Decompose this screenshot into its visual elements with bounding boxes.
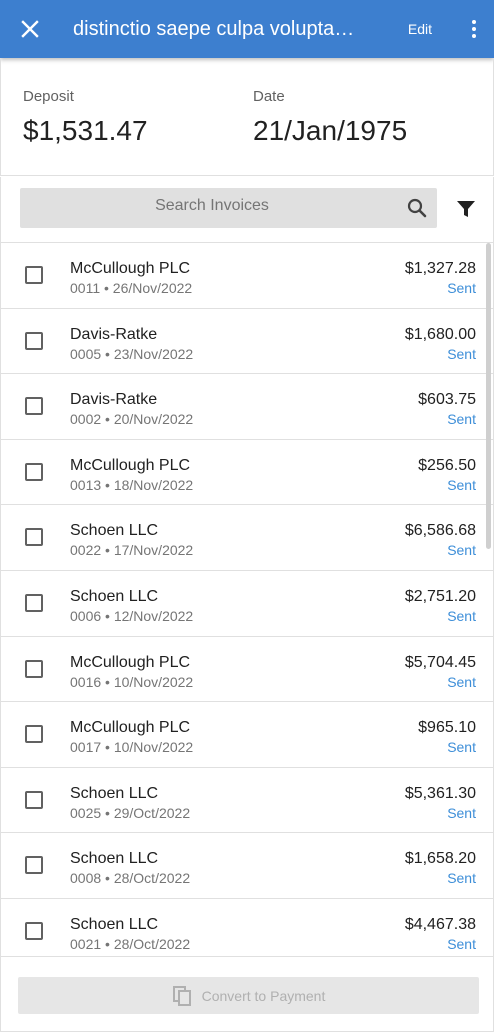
invoice-client: McCullough PLC [70, 260, 191, 277]
invoice-amount: $256.50 [418, 456, 476, 474]
invoice-status: Sent [447, 870, 476, 887]
list-scrollbar[interactable] [486, 243, 491, 549]
footer: Convert to Payment [0, 956, 494, 1032]
invoice-amount: $965.10 [418, 719, 476, 737]
close-button[interactable] [0, 0, 60, 58]
invoice-amount: $1,327.28 [404, 260, 476, 277]
invoice-client: Davis-Ratke [70, 391, 158, 409]
more-button[interactable] [454, 0, 494, 58]
invoice-number-date: 0017 • 10/Nov/2022 [70, 739, 194, 756]
search-placeholder: Search Invoices [155, 197, 269, 214]
payment-summary: Deposit $1,531.47 Date 21/Jan/1975 [0, 58, 494, 176]
invoice-client: McCullough PLC [70, 456, 191, 474]
invoice-client: Schoen LLC [70, 850, 159, 868]
invoice-number-date: 0008 • 28/Oct/2022 [70, 870, 191, 887]
filter-icon [457, 201, 475, 217]
invoice-status: Sent [447, 280, 476, 296]
invoice-row[interactable]: Schoen LLC 0022 • 17/Nov/2022 $6,586.68 Sen… [1, 505, 493, 571]
invoice-status: Sent [447, 804, 476, 821]
app-bar: distinctio saepe culpa volupta… Edit [0, 0, 494, 58]
invoice-number-date: 0011 • 26/Nov/2022 [70, 280, 193, 296]
invoice-amount: $603.75 [418, 391, 476, 409]
invoice-amount: $1,680.00 [404, 325, 476, 343]
search-input[interactable]: Search Invoices [20, 188, 437, 228]
copy-icon [172, 985, 191, 1006]
invoice-client: Schoen LLC [70, 587, 159, 605]
invoice-number-date: 0021 • 28/Oct/2022 [70, 935, 191, 952]
close-icon [21, 20, 39, 38]
invoice-row[interactable]: McCullough PLC 0011 • 26/Nov/2022 $1,327.2… [1, 243, 493, 309]
invoice-row[interactable]: Schoen LLC 0025 • 29/Oct/2022 $5,361.30 Sen… [1, 768, 493, 834]
invoice-checkbox[interactable] [25, 790, 43, 809]
edit-button[interactable]: Edit [378, 0, 454, 58]
invoice-checkbox[interactable] [25, 725, 43, 744]
invoice-amount: $2,751.20 [404, 587, 476, 605]
convert-label: Convert to Payment [201, 987, 326, 1004]
invoice-status: Sent [447, 673, 476, 690]
invoice-row[interactable]: Schoen LLC 0021 • 28/Oct/2022 $4,467.38 Sen… [1, 899, 493, 956]
invoice-number-date: 0005 • 23/Nov/2022 [70, 345, 194, 362]
invoice-status: Sent [447, 411, 476, 428]
invoice-checkbox[interactable] [25, 528, 43, 547]
search-bar: Search Invoices [0, 177, 494, 243]
invoice-client: McCullough PLC [70, 653, 191, 671]
date-field: Date 21/Jan/1975 [253, 88, 407, 147]
invoice-checkbox[interactable] [25, 266, 43, 284]
invoice-amount: $1,658.20 [404, 850, 476, 868]
invoice-checkbox[interactable] [25, 462, 43, 481]
invoice-amount: $6,586.68 [404, 522, 476, 540]
invoice-row[interactable]: McCullough PLC 0017 • 10/Nov/2022 $965.10 S… [1, 702, 493, 768]
invoice-status: Sent [447, 739, 476, 756]
invoice-amount: $4,467.38 [404, 915, 476, 933]
invoice-row[interactable]: Schoen LLC 0006 • 12/Nov/2022 $2,751.20 Sen… [1, 571, 493, 637]
invoice-amount: $5,704.45 [404, 653, 476, 671]
deposit-field: Deposit $1,531.47 [23, 88, 148, 147]
search-icon[interactable] [405, 196, 429, 220]
deposit-value: $1,531.47 [23, 115, 148, 146]
filter-button[interactable] [453, 196, 479, 222]
invoice-checkbox[interactable] [25, 593, 43, 612]
invoice-client: McCullough PLC [70, 719, 191, 737]
invoice-number-date: 0022 • 17/Nov/2022 [70, 542, 194, 559]
date-value: 21/Jan/1975 [253, 115, 408, 146]
invoice-number-date: 0025 • 29/Oct/2022 [70, 804, 191, 821]
more-vert-icon [472, 20, 476, 38]
invoice-list: McCullough PLC 0011 • 26/Nov/2022 $1,327.2… [0, 243, 494, 956]
invoice-number-date: 0006 • 12/Nov/2022 [70, 607, 194, 624]
invoice-checkbox[interactable] [25, 856, 43, 875]
invoice-number-date: 0002 • 20/Nov/2022 [70, 411, 194, 428]
invoice-row[interactable]: Davis-Ratke 0002 • 20/Nov/2022 $603.75 Sent [1, 374, 493, 440]
invoice-client: Davis-Ratke [70, 325, 158, 343]
date-label: Date [253, 88, 285, 105]
invoice-status: Sent [447, 476, 476, 493]
convert-to-payment-button[interactable]: Convert to Payment [18, 977, 479, 1014]
invoice-status: Sent [447, 607, 476, 624]
invoice-row[interactable]: McCullough PLC 0013 • 18/Nov/2022 $256.50 S… [1, 440, 493, 506]
invoice-checkbox[interactable] [25, 331, 43, 350]
invoice-client: Schoen LLC [70, 784, 159, 802]
invoice-checkbox[interactable] [25, 397, 43, 416]
invoice-row[interactable]: Schoen LLC 0008 • 28/Oct/2022 $1,658.20 Sen… [1, 833, 493, 899]
invoice-client: Schoen LLC [70, 522, 159, 540]
invoice-number-date: 0013 • 18/Nov/2022 [70, 476, 194, 493]
invoice-checkbox[interactable] [25, 921, 43, 940]
invoice-status: Sent [447, 542, 476, 559]
page-title: distinctio saepe culpa volupta… [73, 17, 355, 40]
invoice-number-date: 0016 • 10/Nov/2022 [70, 673, 194, 690]
invoice-client: Schoen LLC [70, 915, 159, 933]
invoice-row[interactable]: McCullough PLC 0016 • 10/Nov/2022 $5,704.4… [1, 637, 493, 703]
invoice-checkbox[interactable] [25, 659, 43, 678]
invoice-amount: $5,361.30 [404, 784, 476, 802]
invoice-status: Sent [447, 935, 476, 952]
deposit-label: Deposit [23, 88, 74, 105]
invoice-row[interactable]: Davis-Ratke 0005 • 23/Nov/2022 $1,680.00 Se… [1, 309, 493, 375]
invoice-status: Sent [447, 345, 476, 362]
